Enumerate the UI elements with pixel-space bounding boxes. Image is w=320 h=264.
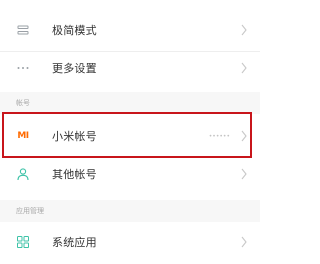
- chevron-right-icon: [241, 168, 247, 180]
- settings-row-more-settings[interactable]: 更多设置: [0, 46, 260, 90]
- chevron-right-icon: [241, 62, 247, 74]
- settings-row-label: 极简模式: [52, 24, 97, 37]
- section-header-accounts: 帐号: [0, 92, 260, 114]
- person-icon: [16, 167, 30, 181]
- settings-row-other-accounts[interactable]: 其他帐号: [0, 152, 260, 196]
- simple-mode-icon: [16, 23, 30, 37]
- section-header-label: 帐号: [16, 99, 30, 107]
- settings-row-label: 其他帐号: [52, 168, 97, 181]
- more-dots-icon: [16, 61, 30, 75]
- chevron-right-icon: [241, 236, 247, 248]
- section-header-app-management: 应用管理: [0, 200, 260, 222]
- settings-row-label: 更多设置: [52, 62, 97, 75]
- chevron-right-icon: [241, 24, 247, 36]
- settings-row-label: 系统应用: [52, 236, 97, 249]
- apps-grid-icon: [16, 235, 30, 249]
- settings-row-system-apps[interactable]: 系统应用: [0, 220, 260, 264]
- section-header-label: 应用管理: [16, 207, 44, 215]
